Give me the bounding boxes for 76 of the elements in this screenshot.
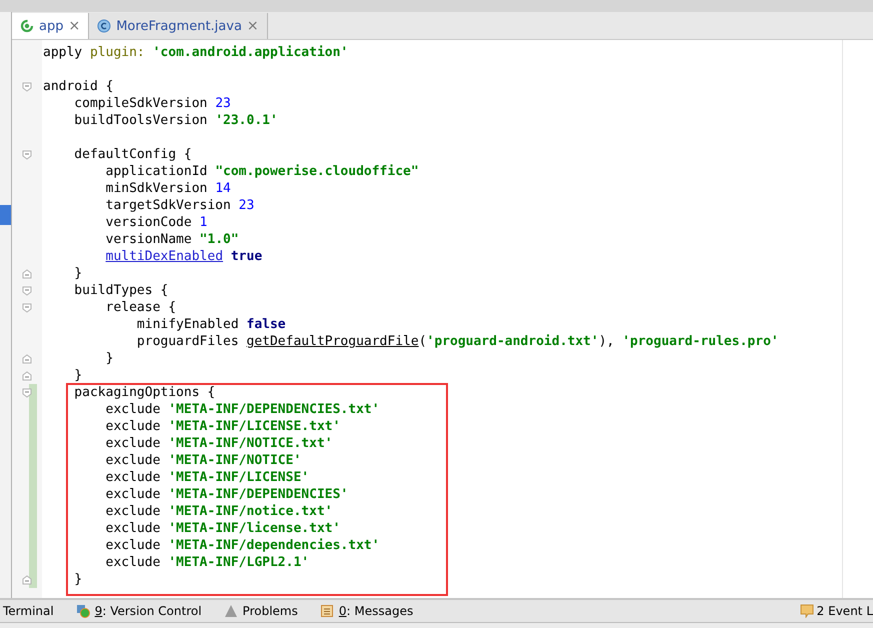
fold-icon[interactable] <box>22 82 32 92</box>
fold-icon[interactable] <box>22 302 32 312</box>
code-text: minifyEnabled <box>136 317 240 332</box>
keyword: true <box>230 249 262 264</box>
string-literal: 'proguard-android.txt' <box>426 334 599 349</box>
project-selection <box>0 205 11 225</box>
code-text: minSdkVersion <box>104 181 208 196</box>
code-text: proguardFiles <box>136 334 240 349</box>
code-text: compileSdkVersion <box>73 96 208 111</box>
close-icon[interactable]: × <box>68 18 80 34</box>
string-literal: 'META-INF/dependencies.txt' <box>168 538 380 553</box>
code-text: buildToolsVersion <box>73 113 208 128</box>
string-literal: "com.powerise.cloudoffice" <box>215 164 419 179</box>
tool-window-button[interactable]: 9: Version Control <box>76 604 202 618</box>
string-literal: 'proguard-rules.pro' <box>622 334 779 349</box>
tool-window-button[interactable]: 0: Messages <box>320 604 414 618</box>
number-literal: 23 <box>215 96 231 111</box>
code-text: ), <box>598 334 616 349</box>
keyword: false <box>246 317 286 332</box>
code-text: exclude <box>104 521 162 536</box>
code-text: apply <box>43 45 84 60</box>
code-text: } <box>73 368 82 383</box>
messages-icon <box>320 604 334 618</box>
warning-icon <box>224 604 238 618</box>
editor-tab[interactable]: MoreFragment.java × <box>89 13 268 39</box>
method-call: getDefaultProguardFile <box>246 334 419 349</box>
code-text: exclude <box>104 470 162 485</box>
balloon-icon <box>800 604 814 618</box>
code-text: exclude <box>104 538 162 553</box>
code-text: android { <box>43 79 114 94</box>
code-label: plugin: <box>90 45 146 60</box>
code-text: exclude <box>104 402 162 417</box>
number-literal: 23 <box>238 198 254 213</box>
code-text: exclude <box>104 436 162 451</box>
code-text: defaultConfig { <box>73 147 192 162</box>
code-text: } <box>73 266 82 281</box>
code-text: exclude <box>104 504 162 519</box>
string-literal: 'META-INF/NOTICE.txt' <box>168 436 333 451</box>
code-text: exclude <box>104 555 162 570</box>
vcs-icon <box>76 604 90 618</box>
string-literal: "1.0" <box>200 232 239 247</box>
code-text: exclude <box>104 487 162 502</box>
number-literal: 1 <box>200 215 208 230</box>
ring-icon <box>20 19 34 33</box>
number-literal: 14 <box>215 181 231 196</box>
editor-tab[interactable]: app × <box>12 13 90 39</box>
string-literal: 'META-INF/LICENSE' <box>168 470 310 485</box>
code-text: versionCode <box>104 215 193 230</box>
string-literal: 'META-INF/NOTICE' <box>168 453 302 468</box>
class-icon <box>97 19 112 33</box>
code-text: ( <box>418 334 427 349</box>
tool-window-button[interactable]: Problems <box>224 604 298 618</box>
string-literal: 'META-INF/LGPL2.1' <box>168 555 310 570</box>
fold-icon[interactable] <box>22 388 32 398</box>
string-literal: '23.0.1' <box>215 113 278 128</box>
tool-window-button[interactable]: Terminal <box>3 604 54 618</box>
code-text: exclude <box>104 453 162 468</box>
string-literal: 'META-INF/LICENSE.txt' <box>168 419 340 434</box>
code-text: targetSdkVersion <box>104 198 232 213</box>
close-icon[interactable]: × <box>246 18 259 34</box>
code-text: release { <box>104 300 176 315</box>
string-literal: 'META-INF/license.txt' <box>168 521 340 536</box>
event-log-button[interactable]: 2 Event L <box>800 604 873 618</box>
code-text: versionName <box>104 232 193 247</box>
string-literal: 'META-INF/notice.txt' <box>168 504 333 519</box>
code-text: } <box>104 351 114 366</box>
string-literal: 'META-INF/DEPENDENCIES.txt' <box>168 402 380 417</box>
code-text: buildTypes { <box>73 283 168 298</box>
fold-icon[interactable] <box>22 150 32 160</box>
code-text: applicationId <box>104 164 208 179</box>
fold-icon[interactable] <box>22 286 32 296</box>
code-text: packagingOptions { <box>73 385 216 400</box>
code-text: exclude <box>104 419 162 434</box>
string-literal: 'com.android.application' <box>152 45 348 60</box>
code-text: } <box>73 572 82 587</box>
string-literal: 'META-INF/DEPENDENCIES' <box>168 487 348 502</box>
